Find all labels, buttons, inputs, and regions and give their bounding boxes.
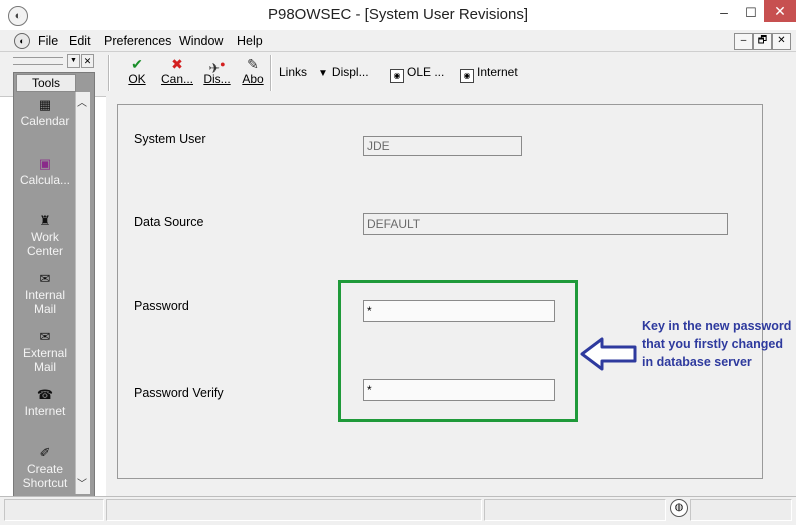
links-menu[interactable]: Links [279, 64, 307, 80]
tool-external-mail[interactable]: ✉ External Mail [15, 328, 75, 374]
mdi-minimize-button[interactable]: – [734, 33, 753, 50]
document-menu-icon[interactable]: ◐ [14, 33, 30, 49]
menu-preferences[interactable]: Preferences [104, 33, 171, 49]
checkmark-icon: ✔ [131, 56, 143, 72]
tool-work-center[interactable]: ♜ Work Center [15, 212, 75, 258]
status-cell [484, 499, 666, 521]
close-button[interactable]: ✕ [764, 0, 796, 22]
about-button[interactable]: ✎ Abo [240, 56, 266, 92]
create-shortcut-icon: ✐ [39, 445, 51, 460]
ole-menu[interactable]: ◉ OLE ... [390, 64, 444, 83]
status-cell [4, 499, 104, 521]
display-menu[interactable]: ▼ Displ... [318, 64, 369, 82]
tool-internal-mail[interactable]: ✉ Internal Mail [15, 270, 75, 316]
tool-calendar[interactable]: ▦ Calendar [15, 96, 75, 128]
calculator-icon: ▣ [38, 156, 52, 171]
password-verify-label: Password Verify [134, 386, 224, 400]
external-mail-icon: ✉ [39, 329, 51, 344]
tools-panel-grip[interactable] [13, 57, 63, 65]
dropdown-arrow-icon: ▼ [318, 68, 328, 79]
work-center-icon: ♜ [39, 213, 51, 228]
highlight-box [338, 280, 578, 422]
tool-internet[interactable]: ☎ Internet [15, 386, 75, 418]
telephone-icon: ☎ [36, 387, 54, 402]
ok-button[interactable]: ✔ OK [124, 56, 150, 92]
system-user-field [363, 136, 522, 156]
globe-icon: ◍ [670, 499, 688, 517]
tools-scrollbar[interactable] [75, 92, 90, 494]
mdi-restore-button[interactable]: 🗗 [753, 33, 772, 50]
ole-icon: ◉ [390, 69, 404, 83]
menu-window[interactable]: Window [179, 33, 223, 49]
internal-mail-icon: ✉ [39, 271, 51, 286]
tools-panel-titlebar: ▼ ✕ [13, 54, 94, 68]
menu-help[interactable]: Help [237, 33, 263, 49]
data-source-field [363, 213, 728, 235]
status-cell [690, 499, 792, 521]
data-source-label: Data Source [134, 215, 204, 229]
window-title: P98OWSEC - [System User Revisions] [267, 6, 529, 23]
mdi-close-button[interactable]: ✕ [772, 33, 791, 50]
tools-close-icon[interactable]: ✕ [81, 54, 94, 68]
maximize-button[interactable]: ☐ [740, 4, 762, 22]
cancel-button[interactable]: ✖ Can... [160, 56, 194, 92]
scroll-down-icon[interactable]: ﹀ [75, 478, 89, 492]
internet-icon: ◉ [460, 69, 474, 83]
status-cell [106, 499, 482, 521]
system-user-label: System User [134, 132, 206, 146]
left-arrow-icon [580, 337, 637, 371]
internet-link[interactable]: ◉ Internet [460, 64, 518, 83]
calendar-icon: ▦ [38, 97, 52, 112]
about-icon: ✎ [247, 56, 259, 72]
toolbar-separator [108, 55, 110, 91]
scroll-up-icon[interactable]: ︿ [75, 97, 89, 111]
display-button[interactable]: ✈● Dis... [201, 56, 233, 92]
display-icon: ✈● [208, 59, 226, 76]
tool-create-shortcut[interactable]: ✐ Create Shortcut [15, 444, 75, 490]
toolbar-separator [270, 55, 272, 91]
tools-dropdown-icon[interactable]: ▼ [67, 54, 80, 68]
password-label: Password [134, 299, 189, 313]
tool-calculator[interactable]: ▣ Calcula... [15, 155, 75, 187]
cancel-x-icon: ✖ [171, 56, 183, 72]
annotation-text: Key in the new password that you firstly… [642, 319, 792, 369]
tools-header: Tools [16, 74, 76, 92]
minimize-button[interactable]: ‒ [713, 4, 735, 22]
menu-file[interactable]: File [38, 33, 58, 49]
menu-edit[interactable]: Edit [69, 33, 91, 49]
